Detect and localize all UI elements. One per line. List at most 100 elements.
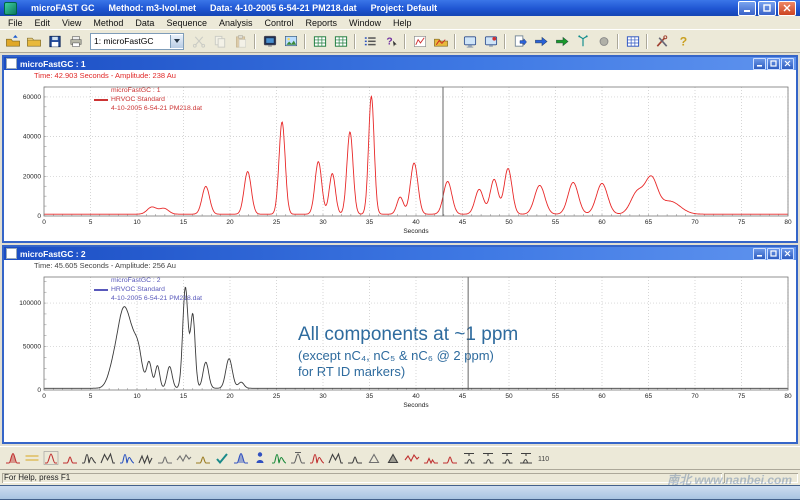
svg-text:25: 25	[273, 393, 281, 400]
instrument-selector[interactable]: 1: microFastGC	[90, 33, 184, 50]
menu-sequence[interactable]: Sequence	[160, 17, 213, 29]
open-file-icon[interactable]	[23, 31, 44, 51]
integration-tool-icon[interactable]	[308, 450, 325, 467]
child-restore-button[interactable]	[767, 248, 780, 260]
svg-text:0: 0	[37, 387, 41, 394]
integration-tool-icon[interactable]	[270, 450, 287, 467]
menu-file[interactable]: File	[2, 17, 29, 29]
integration-tool-icon[interactable]	[498, 450, 515, 467]
cut-icon[interactable]	[188, 31, 209, 51]
integration-tool-icon[interactable]	[137, 450, 154, 467]
start-run-icon[interactable]	[530, 31, 551, 51]
identify-icon[interactable]: ?	[380, 31, 401, 51]
integration-tool-icon[interactable]	[403, 450, 420, 467]
open-method-icon[interactable]	[2, 31, 23, 51]
menu-window[interactable]: Window	[343, 17, 387, 29]
chromatogram-window-icon	[6, 248, 17, 259]
chromatogram-window-icon	[6, 58, 17, 69]
snapshot-icon[interactable]	[259, 31, 280, 51]
print-icon[interactable]	[65, 31, 86, 51]
integration-tool-icon[interactable]	[479, 450, 496, 467]
help-icon[interactable]: ?	[672, 31, 693, 51]
toolbar-separator	[254, 34, 256, 49]
integration-tool-icon[interactable]	[80, 450, 97, 467]
mdi-window-1-titlebar[interactable]: microFastGC : 1	[4, 57, 796, 70]
integration-tool-icon[interactable]	[175, 450, 192, 467]
integration-tool-icon[interactable]	[42, 450, 59, 467]
svg-text:45: 45	[459, 393, 467, 400]
chromatogram-plot-2[interactable]: All components at ~1 ppm (except nC₄, nC…	[6, 273, 794, 412]
integration-tool-icon[interactable]	[365, 450, 382, 467]
download-method-icon[interactable]	[509, 31, 530, 51]
maximize-button[interactable]	[758, 1, 776, 16]
toolbar-separator	[617, 34, 619, 49]
integration-tool-icon[interactable]	[118, 450, 135, 467]
chevron-down-icon[interactable]	[170, 35, 183, 48]
menu-reports[interactable]: Reports	[300, 17, 344, 29]
integration-tool-icon[interactable]	[213, 450, 230, 467]
integration-tool-icon[interactable]	[156, 450, 173, 467]
calibration-curve-icon[interactable]	[409, 31, 430, 51]
menu-help[interactable]: Help	[387, 17, 418, 29]
image-icon[interactable]	[280, 31, 301, 51]
menu-method[interactable]: Method	[87, 17, 129, 29]
toolbar-separator	[646, 34, 648, 49]
instrument-status-icon[interactable]	[480, 31, 501, 51]
connect-icon[interactable]	[572, 31, 593, 51]
svg-text:?: ?	[386, 36, 392, 47]
integration-tool-icon[interactable]	[517, 450, 534, 467]
svg-text:35: 35	[366, 219, 374, 226]
svg-text:Seconds: Seconds	[403, 228, 429, 235]
toolbar-separator	[354, 34, 356, 49]
instrument-monitor-icon[interactable]	[459, 31, 480, 51]
integration-tool-icon[interactable]	[384, 450, 401, 467]
menu-analysis[interactable]: Analysis	[213, 17, 259, 29]
integration-tool-icon[interactable]	[289, 450, 306, 467]
integration-tool-icon[interactable]: 110	[536, 450, 553, 467]
svg-text:10: 10	[133, 219, 141, 226]
open-chromatogram-icon[interactable]	[430, 31, 451, 51]
legend-2-line-3: 4-10-2005 6-54-21 PM218.dat	[94, 295, 202, 304]
menu-control[interactable]: Control	[259, 17, 300, 29]
child-close-button[interactable]	[781, 248, 794, 260]
integration-tool-icon[interactable]	[327, 450, 344, 467]
mdi-window-2-titlebar[interactable]: microFastGC : 2	[4, 247, 796, 260]
child-restore-button[interactable]	[767, 58, 780, 70]
integration-tool-icon[interactable]	[194, 450, 211, 467]
child-minimize-button[interactable]	[753, 248, 766, 260]
calibration-table-icon[interactable]	[330, 31, 351, 51]
minimize-button[interactable]	[738, 1, 756, 16]
svg-text:30: 30	[319, 393, 327, 400]
statusbar-help-text: For Help, press F1	[2, 473, 722, 483]
close-button[interactable]	[778, 1, 796, 16]
integration-tool-icon[interactable]	[232, 450, 249, 467]
child-minimize-button[interactable]	[753, 58, 766, 70]
integration-tool-icon[interactable]	[441, 450, 458, 467]
integration-tool-icon[interactable]	[61, 450, 78, 467]
peak-list-icon[interactable]	[359, 31, 380, 51]
integration-tool-icon[interactable]	[23, 450, 40, 467]
menu-data[interactable]: Data	[129, 17, 160, 29]
integration-tool-icon[interactable]	[346, 450, 363, 467]
chromatogram-plot-1[interactable]: microFastGC : 1 HRVOC Standard 4-10-2005…	[6, 83, 794, 238]
results-table-icon[interactable]	[309, 31, 330, 51]
paste-icon[interactable]	[230, 31, 251, 51]
child-close-button[interactable]	[781, 58, 794, 70]
integration-tool-icon[interactable]	[99, 450, 116, 467]
app-icon	[4, 2, 17, 15]
menu-edit[interactable]: Edit	[29, 17, 57, 29]
integration-toolbar: 110	[0, 446, 800, 469]
integration-tool-icon[interactable]	[422, 450, 439, 467]
integration-tool-icon[interactable]	[460, 450, 477, 467]
run-tools-icon[interactable]	[651, 31, 672, 51]
integration-tool-icon[interactable]	[4, 450, 21, 467]
report-grid-icon[interactable]	[622, 31, 643, 51]
save-icon[interactable]	[44, 31, 65, 51]
stop-run-icon[interactable]	[593, 31, 614, 51]
minimize-icon	[756, 250, 763, 257]
legend-1-line-1: microFastGC : 1	[94, 87, 202, 96]
integration-tool-icon[interactable]	[251, 450, 268, 467]
copy-icon[interactable]	[209, 31, 230, 51]
menu-view[interactable]: View	[56, 17, 87, 29]
start-sequence-icon[interactable]	[551, 31, 572, 51]
